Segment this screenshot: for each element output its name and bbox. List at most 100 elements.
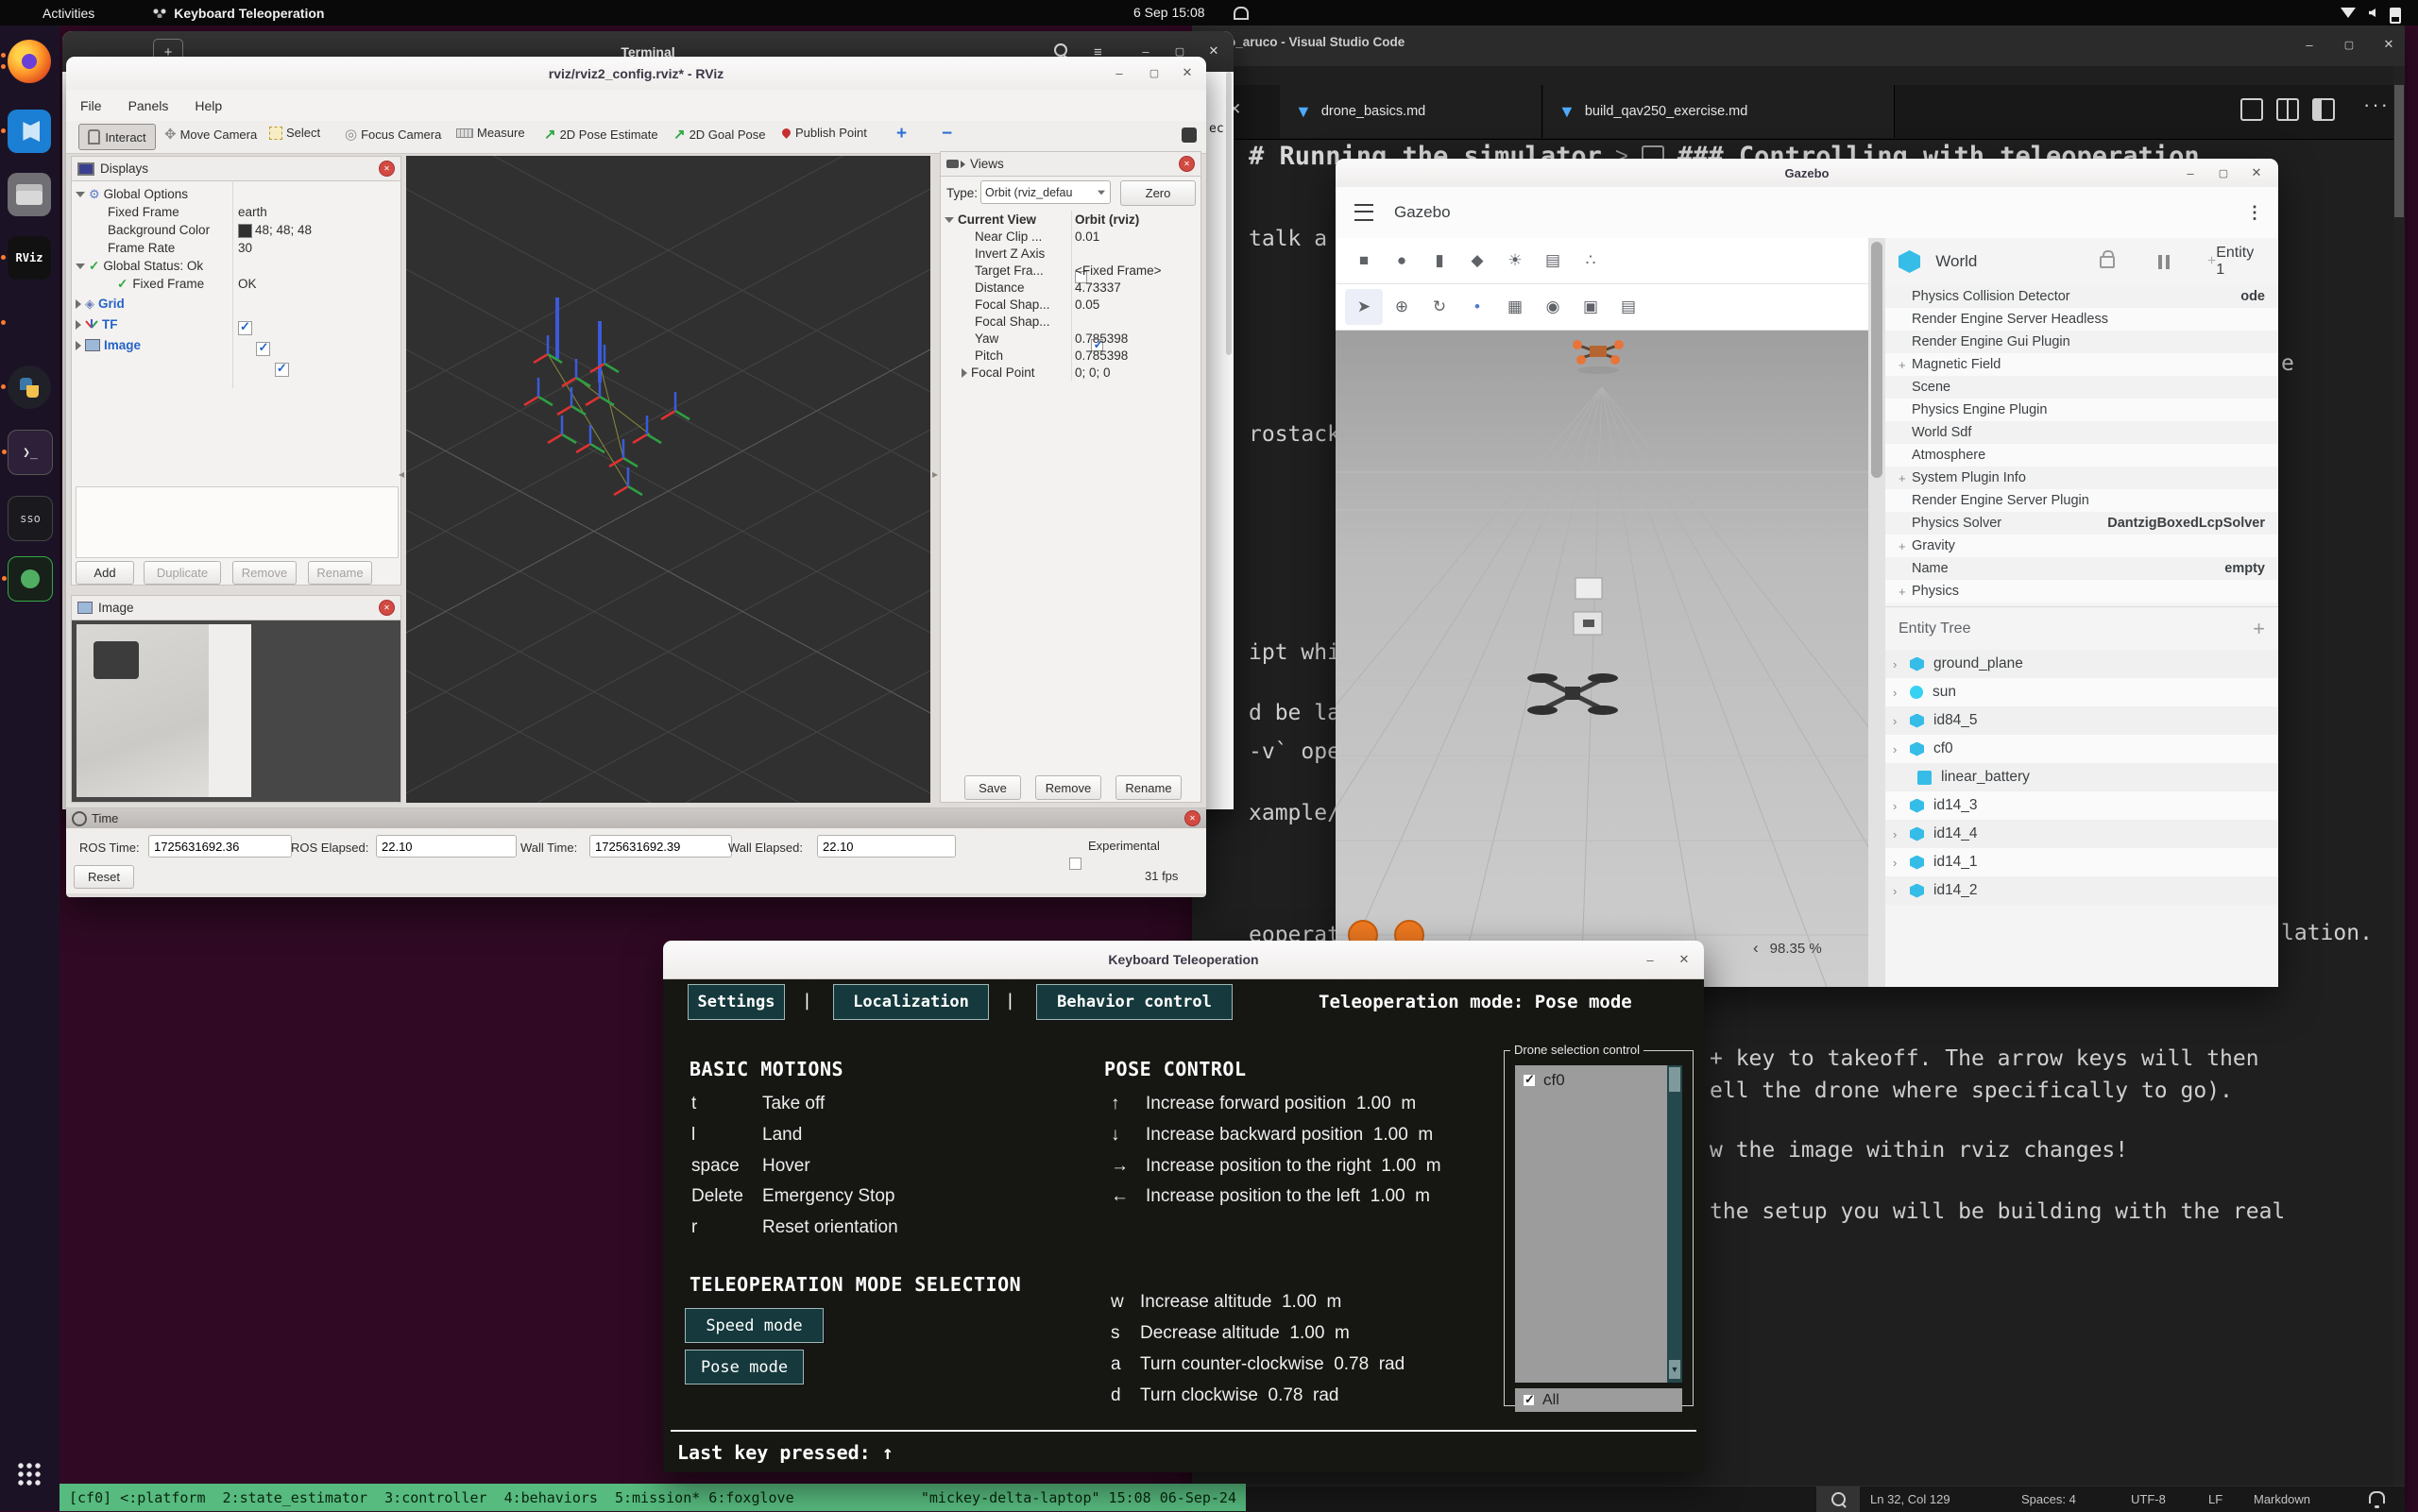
snap-icon[interactable]: • — [1458, 289, 1496, 325]
tree-row-frame-rate[interactable]: Frame Rate — [108, 239, 175, 257]
tf-checkbox[interactable] — [256, 342, 270, 356]
add-display-button[interactable]: Add — [76, 561, 134, 585]
move-camera-tool-button[interactable]: ✥ Move Camera — [164, 126, 257, 143]
vscode-close-button[interactable] — [2375, 32, 2403, 57]
entity-row-id14-1[interactable]: ›id14_1 — [1885, 848, 2278, 876]
tree-row-image[interactable]: Image — [76, 336, 141, 354]
row-value[interactable]: 0; 0; 0 — [1075, 365, 1111, 380]
teleop-close-button[interactable] — [1670, 947, 1698, 972]
translate-icon[interactable]: ⊕ — [1383, 289, 1421, 325]
tree-row-background-color[interactable]: Background Color — [108, 221, 210, 239]
gazebo-minimize-button[interactable] — [2176, 161, 2205, 185]
time-panel-header[interactable]: Time — [66, 808, 1206, 828]
gazebo-viewport[interactable]: ‹ 98.35 % — [1336, 331, 1868, 987]
row-value[interactable]: earth — [238, 205, 267, 219]
dock-item-python-app[interactable] — [8, 365, 51, 409]
row-value[interactable]: 0.785398 — [1075, 331, 1128, 346]
wifi-icon[interactable] — [2341, 8, 2356, 18]
world-row[interactable]: Render Engine Gui Plugin — [1885, 331, 2278, 353]
entity-row-cf0[interactable]: ›cf0 — [1885, 735, 2278, 763]
gazebo-maximize-button[interactable] — [2209, 161, 2238, 185]
tab-drone-basics[interactable]: ▼ drone_basics.md — [1280, 85, 1542, 138]
rviz-3d-viewport[interactable] — [406, 156, 930, 803]
remove-display-button[interactable]: Remove — [232, 561, 297, 585]
search-icon[interactable] — [1054, 43, 1067, 57]
scroll-down-arrow-icon[interactable]: ▼ — [1669, 1360, 1680, 1379]
row-value[interactable]: 30 — [238, 241, 252, 255]
duplicate-display-button[interactable]: Duplicate — [144, 561, 221, 585]
all-checkbox[interactable] — [1523, 1394, 1535, 1406]
expand-icon[interactable] — [76, 341, 81, 350]
world-row[interactable]: Render Engine Server Plugin — [1885, 489, 2278, 512]
copy-icon[interactable]: ▣ — [1572, 289, 1609, 325]
panel-close-icon[interactable] — [1184, 810, 1200, 826]
screenshot-camera-icon[interactable]: ◉ — [1534, 289, 1572, 325]
world-row[interactable]: +System Plugin Info — [1885, 467, 2278, 489]
remove-view-button[interactable]: Remove — [1035, 775, 1101, 800]
speed-mode-button[interactable]: Speed mode — [685, 1308, 824, 1343]
drone-listbox[interactable]: cf0 — [1515, 1065, 1667, 1383]
world-row[interactable]: Physics Engine Plugin — [1885, 399, 2278, 421]
zoom-indicator[interactable] — [1816, 1487, 1860, 1512]
ros-time-field[interactable] — [148, 835, 292, 858]
view-row-focal-point[interactable]: Focal Point — [962, 365, 1035, 380]
world-row[interactable]: Nameempty — [1885, 557, 2278, 580]
view-row-current[interactable]: Current View — [945, 212, 1036, 227]
row-value[interactable]: OK — [238, 277, 257, 291]
localization-button[interactable]: Localization — [833, 984, 989, 1020]
add-entity-icon[interactable]: + — [2253, 617, 2265, 641]
behavior-control-button[interactable]: Behavior control — [1036, 984, 1233, 1020]
select-cursor-icon[interactable]: ➤ — [1345, 289, 1383, 325]
paste-icon[interactable]: ▤ — [1609, 289, 1647, 325]
world-row[interactable]: World Sdf — [1885, 421, 2278, 444]
drone-list-item-cf0[interactable]: cf0 — [1515, 1065, 1667, 1096]
row-value[interactable]: <Fixed Frame> — [1075, 263, 1162, 278]
battery-icon[interactable] — [2390, 8, 2401, 24]
panel-collapse-left-icon[interactable]: ◂ — [399, 467, 404, 481]
select-all-row[interactable]: All — [1515, 1388, 1682, 1412]
list-scrollbar[interactable]: ▼ — [1667, 1065, 1682, 1383]
row-label[interactable]: Focal Shap... — [975, 297, 1050, 312]
row-value[interactable]: 0.01 — [1075, 229, 1099, 244]
status-spaces[interactable]: Spaces: 4 — [2014, 1492, 2084, 1506]
tmux-windows-list[interactable]: [cf0] <:platform 2:state_estimator 3:con… — [69, 1489, 794, 1506]
entity-row-id84-5[interactable]: ›id84_5 — [1885, 706, 2278, 735]
chevron-left-icon[interactable]: ‹ — [1753, 939, 1759, 958]
row-label[interactable]: Target Fra... — [975, 263, 1044, 278]
entity-row-id14-4[interactable]: ›id14_4 — [1885, 820, 2278, 848]
world-row[interactable]: Scene — [1885, 376, 2278, 399]
dock-item-files[interactable] — [8, 173, 51, 216]
particle-icon[interactable]: ∴ — [1572, 243, 1609, 279]
tree-row-tf[interactable]: TF — [76, 315, 118, 333]
rotate-icon[interactable]: ↻ — [1421, 289, 1458, 325]
light-icon[interactable]: ☀ — [1496, 243, 1534, 279]
world-row[interactable]: +Magnetic Field — [1885, 353, 2278, 376]
teleop-minimize-button[interactable] — [1636, 947, 1664, 972]
world-row[interactable]: Physics Collision Detectorode — [1885, 285, 2278, 308]
row-value[interactable]: 0.785398 — [1075, 348, 1128, 363]
capsule-shape-icon[interactable]: ◆ — [1458, 243, 1496, 279]
more-actions-icon[interactable]: ··· — [2363, 93, 2390, 117]
tree-row-global-status[interactable]: ✓ Global Status: Ok — [76, 257, 203, 275]
open-changes-icon[interactable] — [2276, 98, 2299, 121]
dock-item-sso[interactable]: sso — [8, 496, 53, 541]
grid-checkbox[interactable] — [238, 321, 252, 335]
notification-bell-icon[interactable] — [1234, 7, 1249, 20]
scrollbar-thumb[interactable] — [2394, 85, 2404, 217]
cylinder-shape-icon[interactable]: ▮ — [1421, 243, 1458, 279]
volume-muted-icon[interactable] — [2369, 8, 2375, 17]
clock[interactable]: 6 Sep 15:08 — [1133, 5, 1205, 20]
image-panel-header[interactable]: Image — [72, 596, 400, 620]
cf0-checkbox[interactable] — [1523, 1074, 1536, 1087]
entity-row-ground-plane[interactable]: ›ground_plane — [1885, 650, 2278, 678]
layers-icon[interactable]: ▤ — [1534, 243, 1572, 279]
view-type-dropdown[interactable]: Orbit (rviz_defau — [980, 180, 1111, 204]
split-editor-icon[interactable] — [2240, 98, 2263, 121]
row-label[interactable]: Invert Z Axis — [975, 246, 1045, 261]
tree-row-status-fixed-frame[interactable]: ✓ Fixed Frame — [117, 275, 204, 293]
terminal-scrollbar[interactable] — [1226, 72, 1232, 355]
split-layout-icon[interactable] — [2312, 98, 2335, 121]
image-checkbox[interactable] — [275, 363, 289, 377]
entity-row-id14-3[interactable]: ›id14_3 — [1885, 791, 2278, 820]
sphere-shape-icon[interactable]: ● — [1383, 243, 1421, 279]
